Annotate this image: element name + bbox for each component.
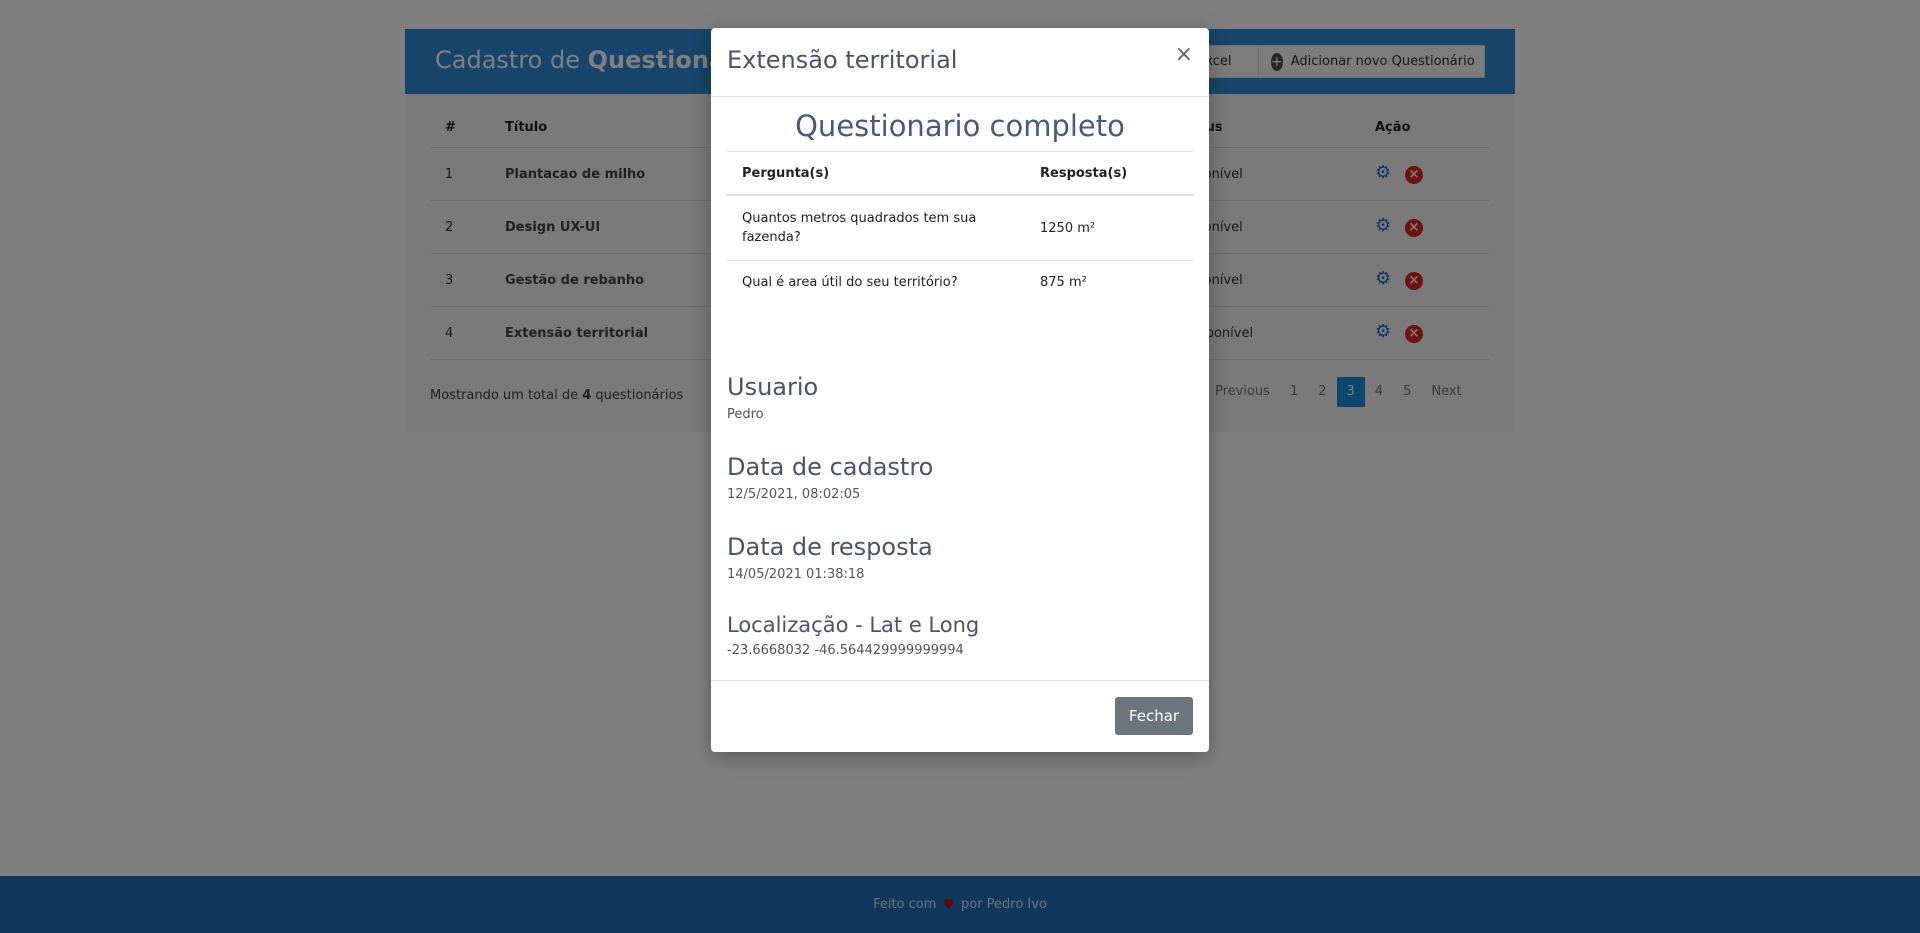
created-value: 12/5/2021, 08:02:05	[727, 487, 861, 502]
questionnaire-modal: Extensão territorial × Questionario comp…	[711, 28, 1209, 752]
user-value: Pedro	[727, 407, 764, 422]
location-label: Localização - Lat e Long	[727, 613, 980, 637]
questionnaire-heading: Questionario completo	[795, 109, 1125, 143]
modal-header: Extensão territorial ×	[711, 28, 1209, 97]
answers-table: Pergunta(s) Resposta(s) Quantos metros q…	[727, 151, 1193, 303]
question-text: Quantos metros quadrados tem sua fazenda…	[727, 195, 1025, 261]
modal-footer: Fechar	[711, 680, 1209, 753]
answers-header-row: Pergunta(s) Resposta(s)	[727, 151, 1193, 196]
answer-text: 1250 m²	[1025, 195, 1193, 261]
question-text: Qual é area útil do seu território?	[742, 274, 958, 290]
answer-row: Quantos metros quadrados tem sua fazenda…	[727, 195, 1193, 261]
answer-row: Qual é area útil do seu território? 875 …	[727, 261, 1193, 304]
answered-section: Data de resposta 14/05/2021 01:38:18	[727, 533, 933, 582]
location-value: -23.6668032 -46.564429999999994	[727, 643, 964, 658]
location-section: Localização - Lat e Long -23.6668032 -46…	[727, 613, 979, 658]
answered-value: 14/05/2021 01:38:18	[727, 567, 865, 582]
col-question: Pergunta(s)	[727, 151, 1025, 196]
modal-body: Questionario completo Pergunta(s) Respos…	[727, 97, 1193, 658]
user-section: Usuario Pedro	[727, 373, 818, 422]
col-answer: Resposta(s)	[1025, 151, 1193, 196]
modal-title: Extensão territorial	[727, 46, 958, 74]
close-icon[interactable]: ×	[1175, 42, 1193, 67]
created-label: Data de cadastro	[727, 453, 934, 481]
created-section: Data de cadastro 12/5/2021, 08:02:05	[727, 453, 933, 502]
answered-label: Data de resposta	[727, 533, 933, 561]
answer-text: 875 m²	[1040, 274, 1087, 290]
close-button[interactable]: Fechar	[1115, 697, 1193, 735]
user-label: Usuario	[727, 373, 819, 401]
